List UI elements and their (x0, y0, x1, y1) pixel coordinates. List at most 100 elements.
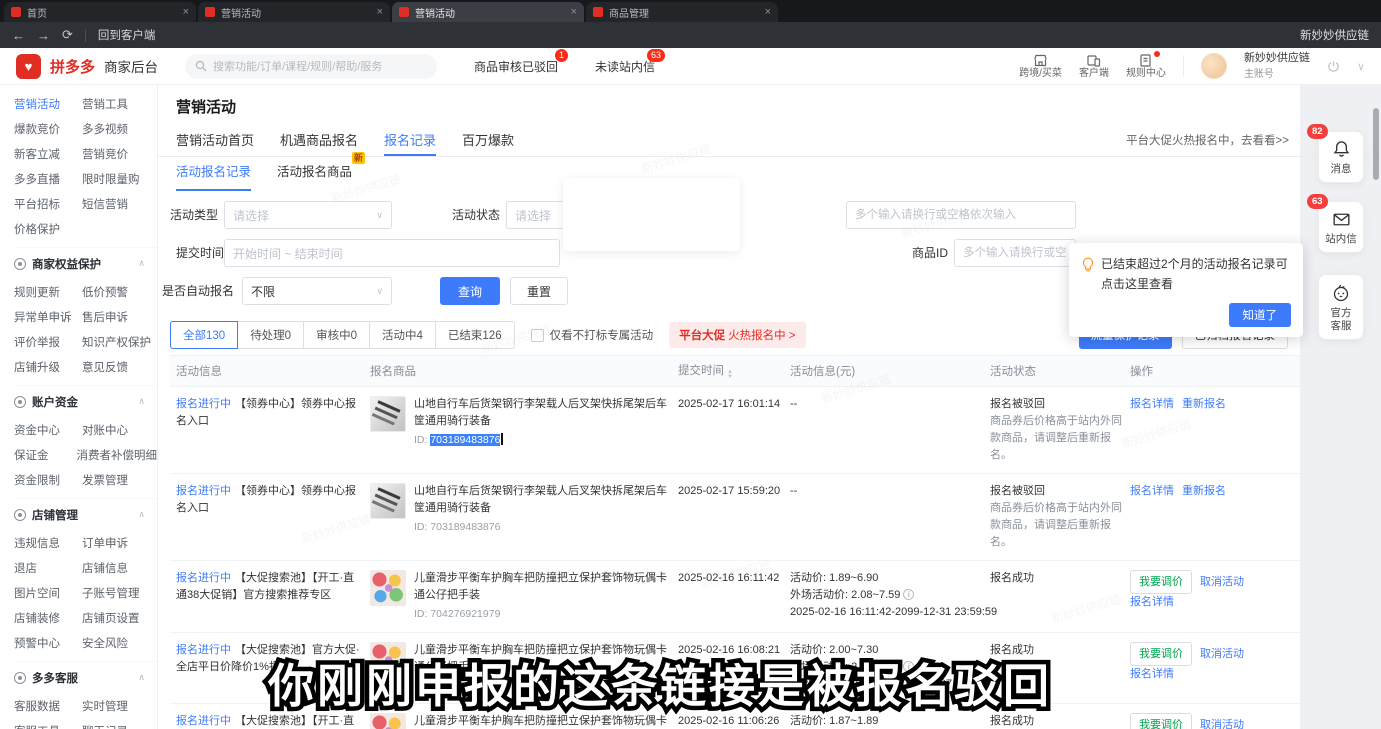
collapse-caret-icon[interactable]: ∧ (138, 509, 145, 520)
forward-icon[interactable]: → (37, 28, 50, 43)
sidebar-item[interactable]: 知识产权保护 (82, 334, 151, 350)
sidebar-item[interactable]: 营销工具 (82, 96, 128, 112)
sidebar-item[interactable]: 多多直播 (14, 171, 82, 187)
goods-id-input[interactable] (954, 239, 1076, 267)
browser-tab[interactable]: 营销活动× (392, 2, 584, 22)
sort-icon[interactable]: ▲▼ (727, 370, 733, 380)
sidebar-item[interactable]: 实时管理 (82, 698, 128, 714)
sidebar-item[interactable]: 店铺装修 (14, 610, 82, 626)
reload-icon[interactable]: ⟳ (62, 27, 73, 43)
sidebar-section-header[interactable]: 店铺管理∧ (14, 498, 157, 530)
action-报名详情[interactable]: 报名详情 (1130, 483, 1174, 500)
promo-link[interactable]: 平台大促火热报名中，去看看>> (1126, 132, 1289, 148)
sidebar-item[interactable]: 客服数据 (14, 698, 82, 714)
tab-营销活动首页[interactable]: 营销活动首页 (176, 124, 254, 156)
action-重新报名[interactable]: 重新报名 (1182, 483, 1226, 500)
sidebar-item[interactable]: 客服工具 (14, 723, 82, 729)
sidebar-item[interactable]: 平台招标 (14, 196, 82, 212)
action-报名详情[interactable]: 报名详情 (1130, 594, 1174, 611)
activity-type-select[interactable]: 请选择 ∨ (224, 201, 392, 229)
checkbox-icon[interactable] (531, 329, 544, 342)
auto-signup-select[interactable]: 不限 ∨ (242, 277, 392, 305)
sidebar-item[interactable]: 预警中心 (14, 635, 82, 651)
activity-id-input[interactable] (846, 201, 1076, 229)
sidebar-section-header[interactable]: 多多客服∧ (14, 661, 157, 693)
status-tab[interactable]: 全部130 (170, 321, 238, 349)
sidebar-item[interactable]: 价格保护 (14, 221, 82, 237)
sidebar-item[interactable]: 短信营销 (82, 196, 128, 212)
sidebar-item[interactable]: 异常单申诉 (14, 309, 82, 325)
status-tab[interactable]: 待处理0 (237, 321, 304, 349)
sidebar-item[interactable]: 评价举报 (14, 334, 82, 350)
header-quick-devices[interactable]: 客户端 (1079, 53, 1109, 80)
status-tab[interactable]: 活动中4 (369, 321, 436, 349)
sidebar-item[interactable]: 营销竞价 (82, 146, 128, 162)
sidebar-item[interactable]: 订单申诉 (82, 535, 128, 551)
action-取消活动[interactable]: 取消活动 (1200, 574, 1244, 591)
avatar[interactable] (1201, 53, 1227, 79)
action-取消活动[interactable]: 取消活动 (1200, 646, 1244, 663)
sidebar-item[interactable]: 资金中心 (14, 422, 82, 438)
sidebar-item[interactable]: 店铺页设置 (82, 610, 140, 626)
scrollbar-thumb[interactable] (1373, 108, 1379, 180)
sidebar-item[interactable]: 安全风险 (82, 635, 128, 651)
status-tab[interactable]: 已结束126 (435, 321, 515, 349)
tab-机遇商品报名[interactable]: 机遇商品报名 (280, 124, 358, 156)
action-我要调价[interactable]: 我要调价 (1130, 570, 1192, 594)
subtab-活动报名记录[interactable]: 活动报名记录 (176, 161, 251, 191)
unread-mail-link[interactable]: 未读站内信 63 (595, 58, 655, 75)
sidebar-item[interactable]: 新客立减 (14, 146, 82, 162)
sidebar-item[interactable]: 售后申诉 (82, 309, 128, 325)
tab-close-icon[interactable]: × (571, 6, 577, 18)
sidebar-item[interactable]: 退店 (14, 560, 82, 576)
sidebar-item[interactable]: 营销活动 (14, 96, 82, 112)
sidebar-item[interactable]: 店铺升级 (14, 359, 82, 375)
status-tab[interactable]: 审核中0 (303, 321, 370, 349)
collapse-caret-icon[interactable]: ∧ (138, 672, 145, 683)
browser-tab[interactable]: 商品管理× (586, 2, 778, 22)
sidebar-item[interactable]: 子账号管理 (82, 585, 140, 601)
tab-close-icon[interactable]: × (765, 6, 771, 18)
sidebar-item[interactable]: 多多视频 (82, 121, 128, 137)
reset-button[interactable]: 重置 (510, 277, 568, 305)
chevron-down-icon[interactable]: ∨ (1357, 60, 1365, 73)
tab-报名记录[interactable]: 报名记录 (384, 124, 436, 156)
search-input[interactable]: 搜索功能/订单/课程/规则/帮助/服务 (185, 54, 437, 79)
tooltip-ok-button[interactable]: 知道了 (1229, 303, 1292, 327)
sidebar-item[interactable]: 消费者补偿明细 (77, 447, 158, 463)
action-报名详情[interactable]: 报名详情 (1130, 396, 1174, 413)
collapse-caret-icon[interactable]: ∧ (138, 258, 145, 269)
submit-time-range-input[interactable]: 开始时间 ~ 结束时间 (224, 239, 560, 267)
tab-close-icon[interactable]: × (183, 6, 189, 18)
back-icon[interactable]: ← (12, 28, 25, 43)
logout-icon[interactable] (1327, 60, 1340, 73)
sidebar-item[interactable]: 意见反馈 (82, 359, 128, 375)
sidebar-item[interactable]: 店铺信息 (82, 560, 128, 576)
float-mail-button[interactable]: 63站内信 (1318, 201, 1364, 253)
platform-sale-badge[interactable]: 平台大促 火热报名中 > (669, 322, 805, 348)
sidebar-item[interactable]: 资金限制 (14, 472, 82, 488)
sidebar-section-header[interactable]: 账户资金∧ (14, 385, 157, 417)
browser-tab[interactable]: 营销活动× (198, 2, 390, 22)
exclusive-activity-checkbox[interactable]: 仅看不打标专属活动 (531, 327, 654, 343)
header-quick-storefront[interactable]: 跨境/买菜 (1019, 53, 1062, 80)
float-service-button[interactable]: 官方客服 (1318, 274, 1364, 340)
sidebar-item[interactable]: 保证金 (14, 447, 77, 463)
sidebar-item[interactable]: 违规信息 (14, 535, 82, 551)
sidebar-item[interactable]: 爆款竞价 (14, 121, 82, 137)
subtab-活动报名商品[interactable]: 活动报名商品新 (277, 161, 352, 191)
sidebar-item[interactable]: 低价预警 (82, 284, 128, 300)
review-rejected-link[interactable]: 商品审核已驳回 1 (474, 58, 558, 75)
sidebar-item[interactable]: 规则更新 (14, 284, 82, 300)
browser-tab[interactable]: 首页× (4, 2, 196, 22)
sidebar-item[interactable]: 聊天记录 (82, 723, 128, 729)
back-to-client-link[interactable]: 回到客户端 (98, 27, 156, 43)
sidebar-section-header[interactable]: 商家权益保护∧ (14, 247, 157, 279)
sidebar-item[interactable]: 发票管理 (82, 472, 128, 488)
sidebar-item[interactable]: 限时限量购 (82, 171, 140, 187)
tab-close-icon[interactable]: × (377, 6, 383, 18)
open-dropdown-panel[interactable] (563, 178, 740, 251)
sidebar-item[interactable]: 图片空间 (14, 585, 82, 601)
float-bell-button[interactable]: 82消息 (1318, 131, 1364, 183)
sidebar-item[interactable]: 对账中心 (82, 422, 128, 438)
